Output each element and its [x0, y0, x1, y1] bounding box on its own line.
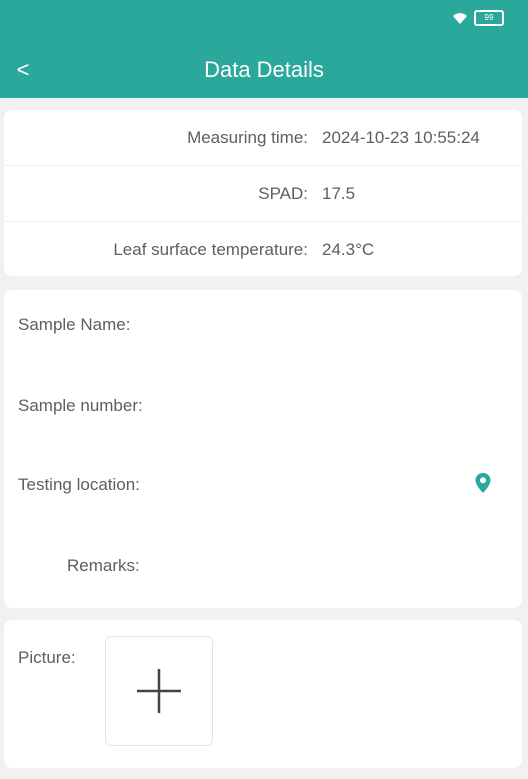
picture-label: Picture:	[18, 648, 76, 667]
sample-number-field[interactable]: Sample number:	[18, 396, 143, 416]
leaf-temperature-row: Leaf surface temperature: 24.3°C	[4, 222, 522, 277]
testing-location-field[interactable]: Testing location:	[18, 475, 140, 495]
measuring-time-row: Measuring time: 2024-10-23 10:55:24	[4, 110, 522, 166]
app-header: 99 < Data Details	[0, 0, 528, 98]
wifi-icon	[453, 13, 467, 24]
spad-row: SPAD: 17.5	[4, 166, 522, 222]
picture-card: Picture:	[4, 620, 522, 768]
page-title: Data Details	[204, 57, 324, 82]
add-picture-button[interactable]	[105, 636, 213, 746]
battery-icon: 99	[474, 10, 504, 26]
remarks-field[interactable]: Remarks:	[67, 556, 140, 576]
leaf-temperature-value: 24.3°C	[322, 240, 375, 259]
nav-bar: < Data Details	[0, 50, 528, 90]
measuring-time-label: Measuring time:	[187, 128, 308, 147]
sample-name-field[interactable]: Sample Name:	[18, 315, 130, 335]
location-pin-icon[interactable]	[474, 472, 492, 494]
spad-value: 17.5	[322, 184, 356, 203]
leaf-temperature-label: Leaf surface temperature:	[113, 240, 308, 259]
plus-icon	[137, 669, 181, 713]
spad-label: SPAD:	[258, 184, 308, 203]
status-bar: 99	[452, 10, 504, 26]
sample-form-card: Sample Name: Sample number: Testing loca…	[4, 290, 522, 608]
measurement-card: Measuring time: 2024-10-23 10:55:24 SPAD…	[4, 110, 522, 276]
measuring-time-value: 2024-10-23 10:55:24	[322, 128, 480, 147]
